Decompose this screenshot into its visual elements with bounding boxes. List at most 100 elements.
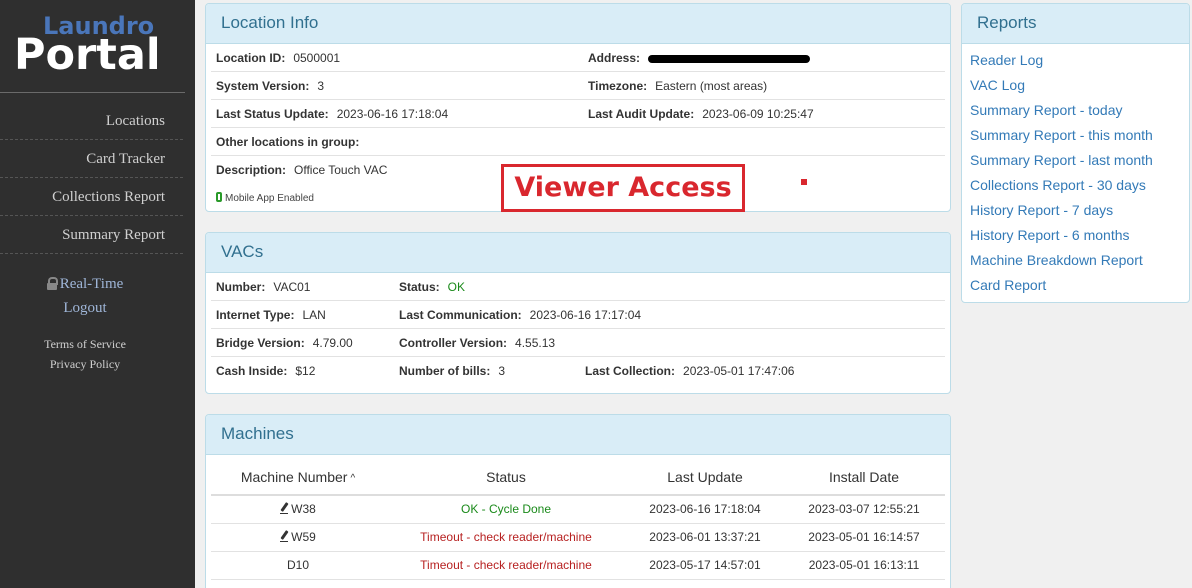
sidebar-divider	[0, 92, 185, 93]
vacs-body: Number: VAC01 Status: OK Internet Type: LAN…	[206, 273, 950, 385]
vac-number-label: Number:	[216, 280, 266, 294]
table-row[interactable]: W59 Timeout - check reader/machine 2023-…	[211, 523, 945, 552]
vac-status-label: Status:	[399, 280, 440, 294]
last-audit-update: Last Audit Update: 2023-06-09 10:25:47	[588, 100, 814, 128]
machine-number: D10	[211, 551, 385, 580]
edit-icon[interactable]	[280, 502, 289, 515]
terms-link[interactable]: Terms of Service	[0, 334, 170, 354]
last-status-update: Last Status Update: 2023-06-16 17:18:04	[216, 100, 448, 128]
report-link-card-report[interactable]: Card Report	[962, 273, 1189, 298]
location-info-heading: Location Info	[206, 4, 950, 44]
vac-status-value: OK	[447, 280, 466, 294]
legal-links: Terms of Service Privacy Policy	[0, 334, 170, 374]
last-status-label: Last Status Update:	[216, 107, 329, 121]
internet-type-label: Internet Type:	[216, 308, 295, 322]
report-link-summary-last-month[interactable]: Summary Report - last month	[962, 148, 1189, 173]
info-row: Last Status Update: 2023-06-16 17:18:04 L…	[211, 100, 945, 128]
session-links: Real-Time Logout	[0, 274, 170, 322]
sort-ascending-icon: ^	[350, 472, 356, 484]
reports-list: Reader Log VAC Log Summary Report - toda…	[962, 44, 1189, 298]
column-last-update[interactable]: Last Update	[627, 459, 783, 496]
table-row[interactable]: W38 OK - Cycle Done 2023-06-16 17:18:04 …	[211, 495, 945, 524]
reports-heading: Reports	[962, 4, 1189, 44]
location-info-body: Location ID: 0500001 Address: System Vers…	[206, 44, 950, 204]
red-marker	[801, 179, 807, 185]
timezone: Timezone: Eastern (most areas)	[588, 72, 767, 100]
machine-last-update: 2023-05-17 14:57:01	[627, 551, 783, 580]
report-link-collections-30-days[interactable]: Collections Report - 30 days	[962, 173, 1189, 198]
vacs-panel: VACs Number: VAC01 Status: OK Internet Typ…	[205, 232, 951, 394]
number-of-bills-label: Number of bills:	[399, 364, 491, 378]
machine-number-value: D10	[286, 558, 309, 572]
sidebar-item-card-tracker[interactable]: Card Tracker	[0, 140, 183, 178]
mobile-app-status: Mobile App Enabled	[216, 192, 314, 204]
controller-version: Controller Version: 4.55.13	[399, 329, 555, 357]
report-link-vac-log[interactable]: VAC Log	[962, 73, 1189, 98]
bridge-version: Bridge Version: 4.79.00	[216, 329, 353, 357]
description: Description: Office Touch VAC	[216, 156, 387, 184]
other-locations: Other locations in group:	[216, 128, 367, 156]
bridge-version-label: Bridge Version:	[216, 336, 305, 350]
lock-icon	[46, 277, 58, 290]
table-row[interactable]: D10 Timeout - check reader/machine 2023-…	[211, 551, 945, 580]
cash-inside-label: Cash Inside:	[216, 364, 288, 378]
logout-link[interactable]: Logout	[0, 298, 170, 322]
report-link-machine-breakdown[interactable]: Machine Breakdown Report	[962, 248, 1189, 273]
viewer-access-banner: Viewer Access	[501, 164, 745, 212]
realtime-link[interactable]: Real-Time	[0, 274, 170, 298]
machine-install-date: 2023-03-07 12:55:21	[783, 495, 945, 524]
other-locations-label: Other locations in group:	[216, 135, 360, 149]
cash-inside-value: $12	[295, 364, 316, 378]
realtime-label: Real-Time	[59, 276, 124, 292]
machine-number-value: W59	[291, 530, 316, 544]
report-link-history-7-days[interactable]: History Report - 7 days	[962, 198, 1189, 223]
machine-last-update: 2023-06-01 13:37:21	[627, 523, 783, 552]
report-link-reader-log[interactable]: Reader Log	[962, 48, 1189, 73]
machine-number-value: W38	[291, 502, 316, 517]
sidebar: Laundro Portal Locations Card Tracker Co…	[0, 0, 195, 588]
column-machine-number[interactable]: Machine Number ^	[211, 459, 385, 496]
privacy-link[interactable]: Privacy Policy	[0, 354, 170, 374]
vac-number-value: VAC01	[273, 280, 311, 294]
number-of-bills-value: 3	[498, 364, 506, 378]
machine-status: OK - Cycle Done	[385, 495, 627, 524]
sidebar-item-summary-report[interactable]: Summary Report	[0, 216, 183, 254]
location-id: Location ID: 0500001	[216, 44, 340, 72]
vac-status: Status: OK	[399, 273, 465, 301]
info-row: System Version: 3 Timezone: Eastern (most …	[211, 72, 945, 100]
location-id-value: 0500001	[293, 51, 341, 65]
timezone-value: Eastern (most areas)	[655, 79, 768, 93]
machine-install-date: 2023-05-01 16:13:11	[783, 551, 945, 580]
info-row: Other locations in group:	[211, 128, 945, 156]
location-id-label: Location ID:	[216, 51, 286, 65]
edit-icon[interactable]	[280, 530, 289, 542]
machine-status: Timeout - check reader/machine	[385, 551, 627, 580]
machine-number: W38	[211, 495, 385, 524]
timezone-label: Timezone:	[588, 79, 648, 93]
column-machine-number-label: Machine Number	[240, 468, 348, 485]
table-header-row: Machine Number ^ Status Last Update Insta…	[211, 459, 945, 496]
sidebar-nav: Locations Card Tracker Collections Repor…	[0, 102, 183, 254]
laundroportal-logo[interactable]: Laundro Portal	[14, 8, 184, 83]
number-of-bills: Number of bills: 3	[399, 357, 505, 385]
last-communication-label: Last Communication:	[399, 308, 522, 322]
last-audit-value: 2023-06-09 10:25:47	[702, 107, 814, 121]
machines-heading: Machines	[206, 415, 950, 455]
report-link-summary-this-month[interactable]: Summary Report - this month	[962, 123, 1189, 148]
last-collection-label: Last Collection:	[585, 364, 676, 378]
mobile-phone-icon	[216, 192, 222, 202]
redacted-address	[648, 54, 811, 63]
report-link-history-6-months[interactable]: History Report - 6 months	[962, 223, 1189, 248]
column-status[interactable]: Status	[385, 459, 627, 496]
column-install-date[interactable]: Install Date	[783, 459, 945, 496]
report-link-summary-today[interactable]: Summary Report - today	[962, 98, 1189, 123]
sidebar-item-collections-report[interactable]: Collections Report	[0, 178, 183, 216]
vac-number: Number: VAC01	[216, 273, 310, 301]
vac-row: Bridge Version: 4.79.00 Controller Versio…	[211, 329, 945, 357]
machine-install-date: 2023-05-01 16:14:57	[783, 523, 945, 552]
description-value: Office Touch VAC	[294, 163, 388, 177]
machine-last-update: 2023-06-16 17:18:04	[627, 495, 783, 524]
machines-panel: Machines Machine Number ^ Status Last Upd…	[205, 414, 951, 588]
sidebar-item-locations[interactable]: Locations	[0, 102, 183, 140]
address: Address:	[588, 44, 811, 72]
